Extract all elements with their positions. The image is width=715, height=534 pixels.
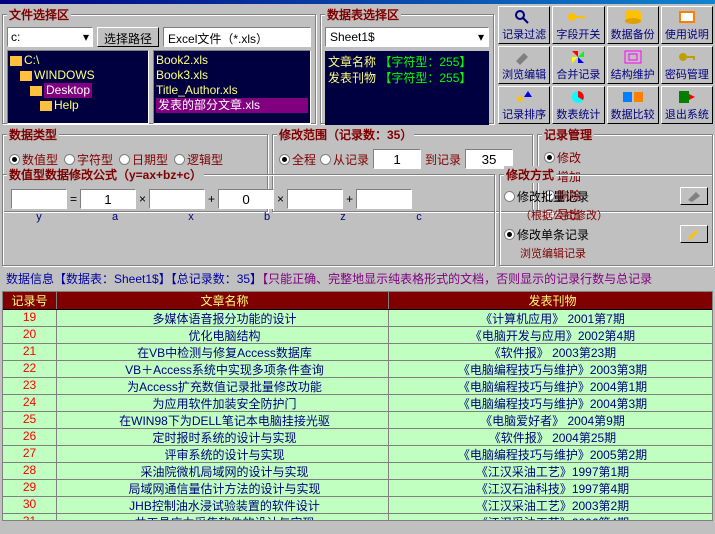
wrench-icon [512, 49, 536, 65]
table-row[interactable]: 20优化电脑结构《电脑开发与应用》2002第4期 [3, 327, 712, 344]
browse-edit-button[interactable]: 浏览编辑 [498, 46, 550, 84]
compare-icon [621, 89, 645, 105]
table-row[interactable]: 28采油院微机局域网的设计与实现《江汉采油工艺》1997第1期 [3, 463, 712, 480]
compare-button[interactable]: 数据比较 [607, 86, 659, 124]
batch-modify-button[interactable] [680, 187, 708, 205]
table-row[interactable]: 22VB＋Access系统中实现多项条件查询《电脑编程技巧与维护》2003第3期 [3, 361, 712, 378]
table-row[interactable]: 27评审系统的设计与实现《电脑编程技巧与维护》2005第2期 [3, 446, 712, 463]
y-input[interactable] [11, 189, 67, 209]
sort-button[interactable]: 记录排序 [498, 86, 550, 124]
data-grid: 记录号 文章名称 发表刊物 19多媒体语音报分功能的设计《计算机应用》 2001… [2, 291, 713, 521]
field-info: 文章名称 【字符型：255】 发表刊物 【字符型：255】 [325, 51, 489, 125]
filter-records-button[interactable]: 记录过滤 [498, 6, 550, 44]
single-modify-note: 浏览编辑记录 [504, 245, 708, 261]
datasheet-select-panel: 数据表选择区 Sheet1$▾ 文章名称 【字符型：255】 发表刊物 【字符型… [320, 6, 494, 124]
sort-icon [512, 89, 536, 105]
a-input[interactable] [80, 189, 136, 209]
magnifier-icon [512, 9, 536, 25]
formula-panel: 数值型数据修改公式（y=ax+bz+c） = × + × + y a x b z… [2, 166, 495, 266]
info-bar: 数据信息【数据表：Sheet1$】【总记录数：35】【只能正确、完整地显示纯表格… [2, 268, 713, 289]
modway-title: 修改方式 [504, 166, 556, 183]
table-row[interactable]: 29局域网通信量估计方法的设计与实现《江汉石油科技》1997第4期 [3, 480, 712, 497]
folder-icon [10, 56, 22, 66]
list-item[interactable]: 发表的部分文章.xls [156, 98, 308, 113]
grid-header: 记录号 文章名称 发表刊物 [3, 292, 712, 310]
modify-way-panel: 修改方式 修改批量记录 （根据公式修改） 修改单条记录 浏览编辑记录 [499, 166, 713, 266]
folder-icon [30, 86, 42, 96]
drive-select[interactable]: c:▾ [7, 27, 93, 47]
table-row[interactable]: 21在VB中检测与修复Access数据库《软件报》 2003第23期 [3, 344, 712, 361]
pinwheel-icon [566, 49, 590, 65]
x-input[interactable] [149, 189, 205, 209]
chart-icon [566, 89, 590, 105]
z-input[interactable] [287, 189, 343, 209]
toolbar: 记录过滤 字段开关 数据备份 使用说明 浏览编辑 合并记录 结构维护 密码管理 … [498, 6, 713, 124]
field-switch-button[interactable]: 字段开关 [552, 6, 604, 44]
table-row[interactable]: 23为Access扩充数值记录批量修改功能《电脑编程技巧与维护》2004第1期 [3, 378, 712, 395]
select-path-button[interactable]: 选择路径 [97, 27, 159, 47]
datasheet-title: 数据表选择区 [325, 6, 401, 23]
data-type-title: 数据类型 [7, 126, 59, 143]
book-icon [675, 9, 699, 25]
pencil-icon [686, 228, 702, 240]
radio-batch-modify[interactable]: 修改批量记录 [504, 188, 589, 205]
table-row[interactable]: 31井工具应力采集软件的设计与实现《江汉采油工艺》2006第4期 [3, 514, 712, 520]
b-input[interactable] [218, 189, 274, 209]
radio-modify[interactable]: 修改 [544, 149, 706, 166]
help-button[interactable]: 使用说明 [661, 6, 713, 44]
folder-icon [40, 101, 52, 111]
database-icon [621, 9, 645, 25]
file-select-panel: 文件选择区 c:▾ 选择路径 Excel文件（*.xls） C:\ WINDOW… [2, 6, 316, 124]
merge-records-button[interactable]: 合并记录 [552, 46, 604, 84]
file-select-title: 文件选择区 [7, 6, 71, 23]
sheet-combo[interactable]: Sheet1$▾ [325, 27, 489, 47]
exit-icon [675, 89, 699, 105]
c-input[interactable] [356, 189, 412, 209]
to-label: 到记录 [425, 151, 461, 168]
password-button[interactable]: 密码管理 [661, 46, 713, 84]
table-row[interactable]: 26定时报时系统的设计与实现《软件报》 2004第25期 [3, 429, 712, 446]
structure-button[interactable]: 结构维护 [607, 46, 659, 84]
exit-button[interactable]: 退出系统 [661, 86, 713, 124]
radio-single-modify[interactable]: 修改单条记录 [504, 226, 589, 243]
table-row[interactable]: 25在WIN98下为DELL笔记本电脑挂接光驱《电脑爱好者》 2004第9期 [3, 412, 712, 429]
radio-range[interactable]: 从记录 [320, 151, 369, 168]
file-filter-input[interactable]: Excel文件（*.xls） [163, 27, 311, 47]
batch-modify-note: （根据公式修改） [504, 207, 708, 223]
key-icon [566, 9, 590, 25]
table-row[interactable]: 30JHB控制油水浸试验装置的软件设计《江汉采油工艺》2003第2期 [3, 497, 712, 514]
single-modify-button[interactable] [680, 225, 708, 243]
scope-title: 修改范围（记录数：35） [277, 126, 414, 143]
table-row[interactable]: 19多媒体语音报分功能的设计《计算机应用》 2001第7期 [3, 310, 712, 327]
folder-icon [20, 71, 32, 81]
statistics-button[interactable]: 数表统计 [552, 86, 604, 124]
folder-tree[interactable]: C:\ WINDOWS Desktop Help [7, 50, 149, 124]
wrench-icon [686, 190, 702, 202]
lock-icon [675, 49, 699, 65]
target-icon [621, 49, 645, 65]
table-row[interactable]: 24为应用软件加装安全防护门《电脑编程技巧与维护》2004第3期 [3, 395, 712, 412]
list-item[interactable]: Book2.xls [156, 53, 308, 68]
backup-button[interactable]: 数据备份 [607, 6, 659, 44]
radio-all[interactable]: 全程 [279, 151, 316, 168]
grid-body[interactable]: 19多媒体语音报分功能的设计《计算机应用》 2001第7期20优化电脑结构《电脑… [3, 310, 712, 520]
file-list[interactable]: Book2.xls Book3.xls Title_Author.xls 发表的… [153, 50, 311, 124]
formula-title: 数值型数据修改公式（y=ax+bz+c） [7, 166, 204, 183]
list-item[interactable]: Title_Author.xls [156, 83, 308, 98]
list-item[interactable]: Book3.xls [156, 68, 308, 83]
mgmt-title: 记录管理 [542, 126, 594, 143]
